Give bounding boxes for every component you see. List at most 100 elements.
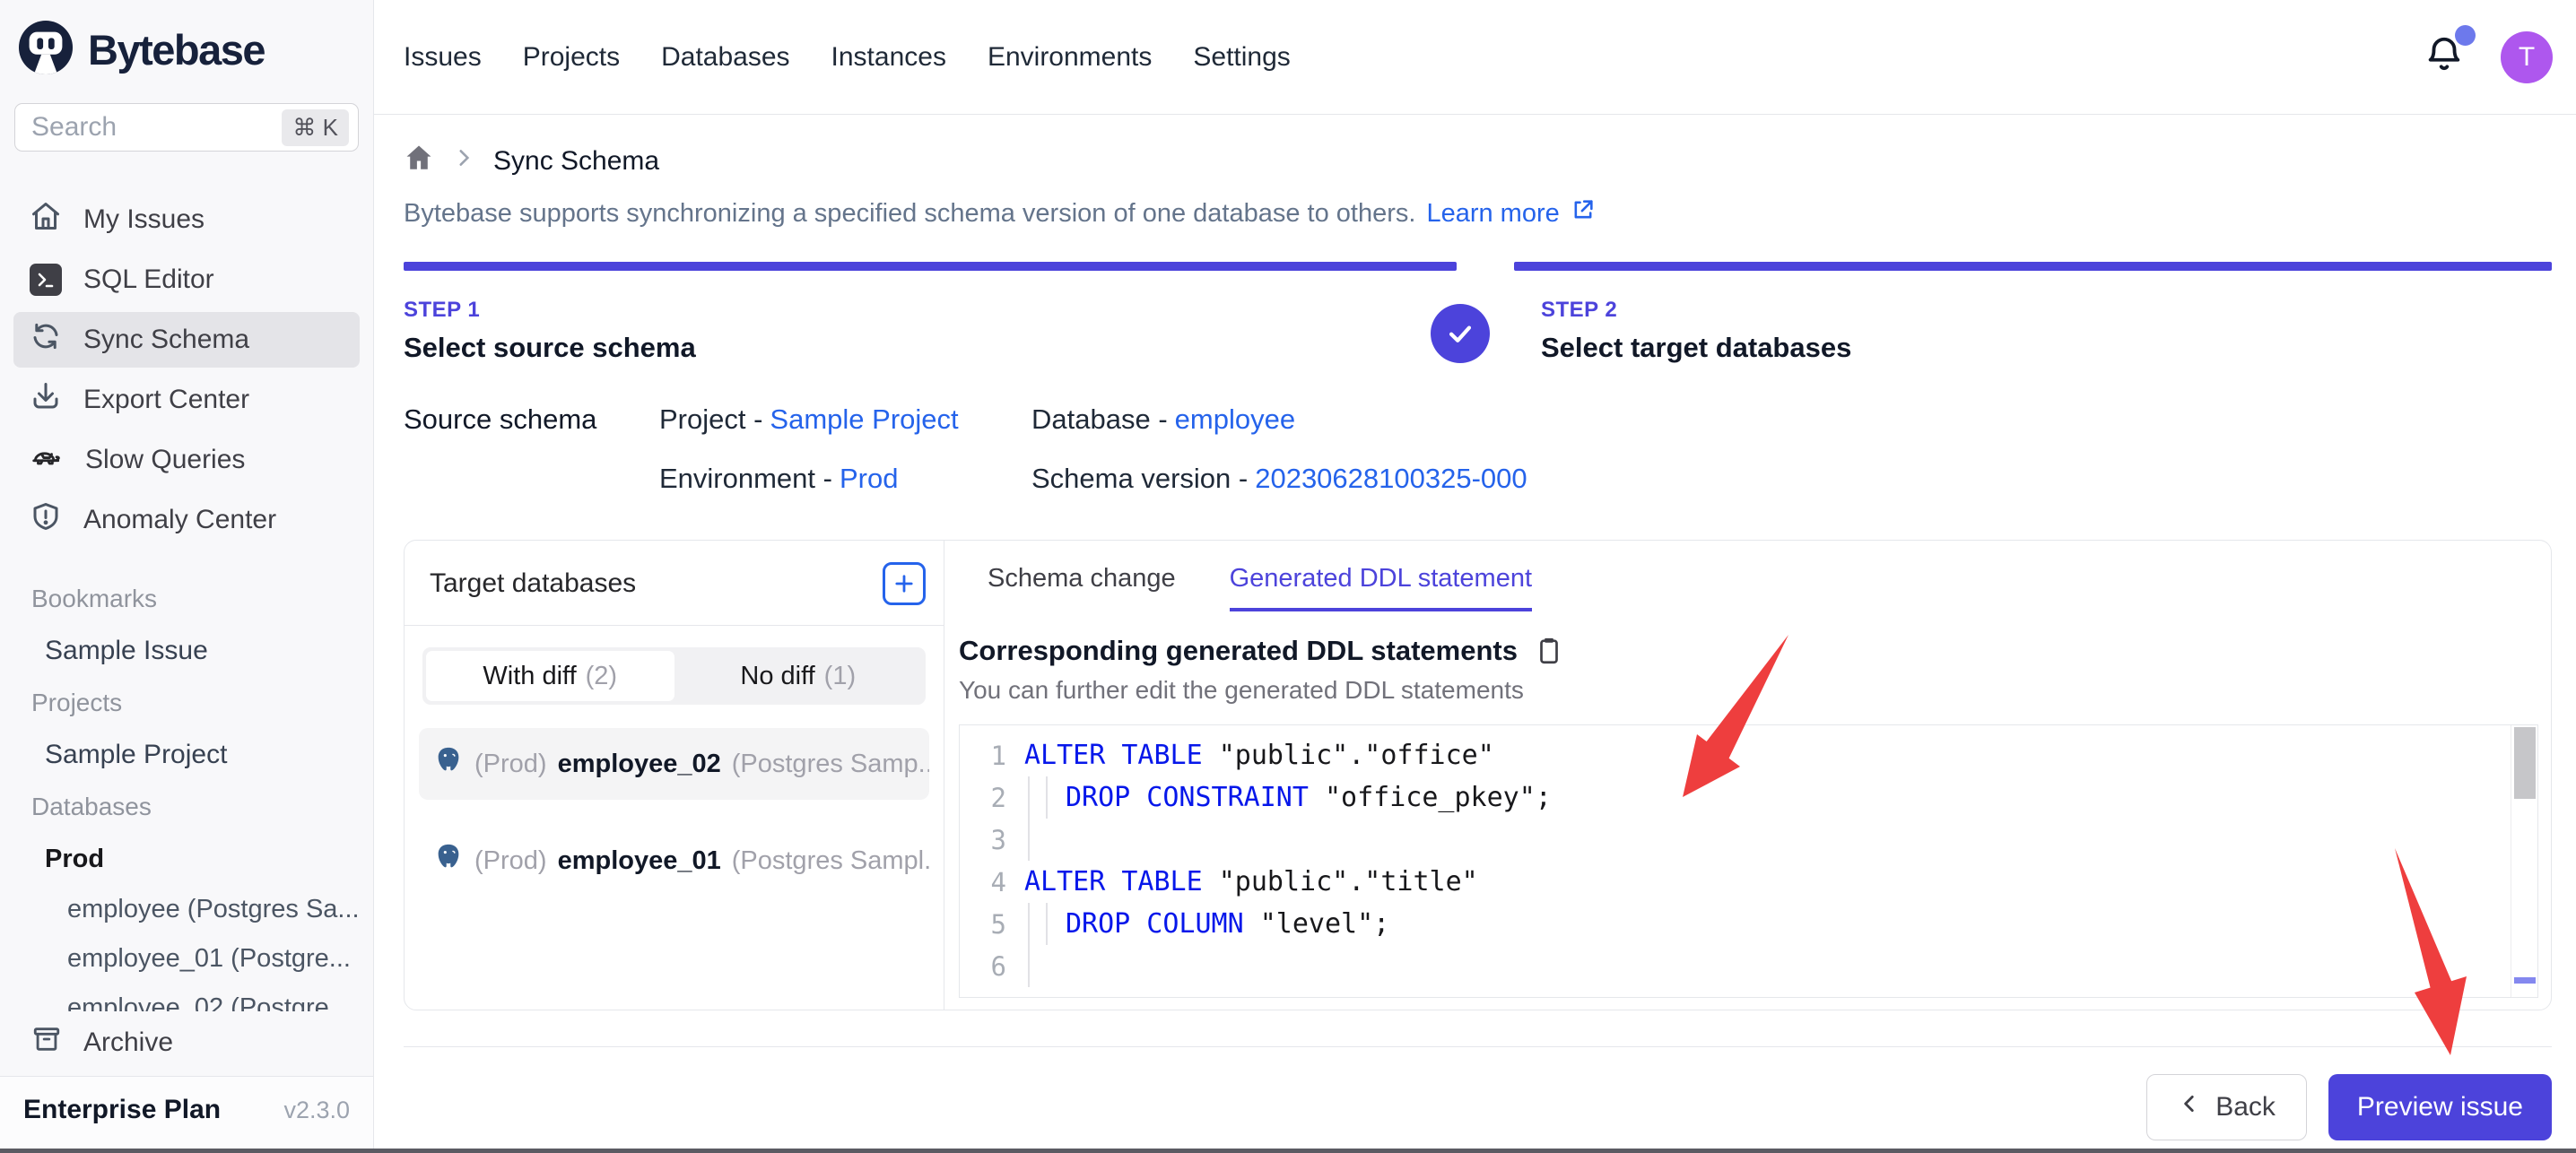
code-line: 1 ALTER TABLE "public"."office" bbox=[960, 734, 2537, 776]
page-title: Sync Schema bbox=[493, 146, 659, 177]
topnav-databases[interactable]: Databases bbox=[661, 42, 789, 73]
brand-logo[interactable]: Bytebase bbox=[0, 0, 373, 85]
projects-section-title: Projects bbox=[0, 678, 373, 728]
postgres-icon bbox=[433, 842, 464, 880]
step-1[interactable]: STEP 1 Select source schema bbox=[404, 262, 1457, 364]
bytebase-logo-icon bbox=[18, 20, 74, 80]
source-schema-label: Source schema bbox=[404, 403, 659, 495]
app-version: v2.3.0 bbox=[283, 1097, 350, 1124]
ddl-subtext: You can further edit the generated DDL s… bbox=[959, 676, 2538, 705]
bookmarks-section-title: Bookmarks bbox=[0, 574, 373, 624]
tab-schema-change[interactable]: Schema change bbox=[988, 564, 1176, 611]
sidebar-item-label: Slow Queries bbox=[85, 445, 245, 475]
tab-no-diff[interactable]: No diff (1) bbox=[674, 651, 923, 701]
sidebar-item-label: Sync Schema bbox=[83, 325, 249, 355]
target-databases-panel: Target databases With diff (2) No diff (… bbox=[405, 541, 944, 1010]
main-area: Issues Projects Databases Instances Envi… bbox=[374, 0, 2576, 1149]
step-2-label: STEP 2 bbox=[1514, 298, 2552, 323]
project-sample-project[interactable]: Sample Project bbox=[0, 728, 373, 782]
topnav-settings[interactable]: Settings bbox=[1193, 42, 1290, 73]
breadcrumb: Sync Schema bbox=[404, 142, 2552, 181]
sidebar-sections: Bookmarks Sample Issue Projects Sample P… bbox=[0, 574, 373, 1011]
sidebar-item-archive[interactable]: Archive bbox=[0, 1011, 373, 1076]
code-line: 2 DROP CONSTRAINT "office_pkey"; bbox=[960, 776, 2537, 819]
sidebar-item-anomaly-center[interactable]: Anomaly Center bbox=[13, 492, 360, 548]
app-window: Bytebase Search ⌘ K My Issues SQL Editor… bbox=[0, 0, 2576, 1153]
sync-config-card: Target databases With diff (2) No diff (… bbox=[404, 540, 2552, 1010]
home-icon bbox=[30, 200, 62, 239]
target-databases-title: Target databases bbox=[430, 568, 636, 599]
search-shortcut-badge: ⌘ K bbox=[282, 109, 349, 146]
schema-version-link[interactable]: 20230628100325-000 bbox=[1255, 463, 1527, 494]
shield-alert-icon bbox=[30, 500, 62, 540]
target-db-row-employee-01[interactable]: (Prod) employee_01 (Postgres Sampl... bbox=[419, 825, 929, 897]
page-content: Sync Schema Bytebase supports synchroniz… bbox=[374, 115, 2576, 1149]
topnav-instances[interactable]: Instances bbox=[831, 42, 946, 73]
topnav-issues[interactable]: Issues bbox=[404, 42, 482, 73]
step-indicator: STEP 1 Select source schema STEP 2 Selec… bbox=[404, 262, 2552, 364]
sidebar-item-slow-queries[interactable]: Slow Queries bbox=[13, 432, 360, 488]
sidebar-item-sql-editor[interactable]: SQL Editor bbox=[13, 252, 360, 308]
preview-issue-button[interactable]: Preview issue bbox=[2328, 1074, 2552, 1140]
sidebar: Bytebase Search ⌘ K My Issues SQL Editor… bbox=[0, 0, 374, 1149]
archive-label: Archive bbox=[83, 1027, 173, 1058]
sidebar-item-label: My Issues bbox=[83, 204, 205, 235]
source-database: Database -employee bbox=[1031, 403, 1527, 436]
sidebar-db-employee[interactable]: employee (Postgres Sa... bbox=[0, 885, 373, 934]
tab-with-diff[interactable]: With diff (2) bbox=[426, 651, 674, 701]
source-schema-version: Schema version -20230628100325-000 bbox=[1031, 463, 1527, 495]
editor-scrollbar[interactable] bbox=[2511, 725, 2537, 997]
step-2[interactable]: STEP 2 Select target databases bbox=[1514, 262, 2552, 364]
source-project: Project -Sample Project bbox=[659, 403, 1031, 436]
brand-name: Bytebase bbox=[88, 25, 265, 74]
description-text: Bytebase supports synchronizing a specif… bbox=[404, 199, 1415, 229]
sidebar-item-sync-schema[interactable]: Sync Schema bbox=[13, 312, 360, 368]
step-complete-check-icon bbox=[1431, 304, 1490, 363]
learn-more-link[interactable]: Learn more bbox=[1426, 199, 1559, 229]
db-env-group-prod: Prod bbox=[0, 832, 373, 885]
project-link[interactable]: Sample Project bbox=[770, 403, 958, 435]
environment-link[interactable]: Prod bbox=[840, 463, 898, 494]
database-link[interactable]: employee bbox=[1175, 403, 1295, 435]
sidebar-item-export-center[interactable]: Export Center bbox=[13, 372, 360, 428]
sidebar-item-label: SQL Editor bbox=[83, 264, 214, 295]
chevron-right-icon bbox=[452, 146, 475, 177]
tab-generated-ddl[interactable]: Generated DDL statement bbox=[1230, 564, 1532, 611]
postgres-icon bbox=[433, 745, 464, 783]
download-icon bbox=[30, 380, 62, 420]
avatar[interactable]: T bbox=[2501, 31, 2553, 83]
topnav-projects[interactable]: Projects bbox=[523, 42, 620, 73]
topnav-environments[interactable]: Environments bbox=[988, 42, 1152, 73]
sidebar-item-my-issues[interactable]: My Issues bbox=[13, 192, 360, 247]
plan-footer[interactable]: Enterprise Plan v2.3.0 bbox=[0, 1076, 373, 1149]
source-schema-summary: Source schema Project -Sample Project Da… bbox=[404, 403, 2552, 495]
step-2-progress-bar bbox=[1514, 262, 2552, 271]
code-line: 5 DROP COLUMN "level"; bbox=[960, 903, 2537, 945]
notification-dot bbox=[2455, 25, 2476, 46]
plan-name: Enterprise Plan bbox=[23, 1095, 221, 1125]
sidebar-db-employee-01[interactable]: employee_01 (Postgre... bbox=[0, 934, 373, 984]
scrollbar-thumb[interactable] bbox=[2514, 727, 2536, 799]
notification-bell-icon[interactable] bbox=[2424, 34, 2465, 80]
home-icon[interactable] bbox=[404, 143, 434, 180]
diff-filter-toggle: With diff (2) No diff (1) bbox=[422, 647, 926, 705]
sidebar-nav: My Issues SQL Editor Sync Schema Export … bbox=[0, 159, 373, 552]
search-input[interactable]: Search ⌘ K bbox=[14, 103, 359, 152]
footer-divider bbox=[404, 1046, 2552, 1047]
ddl-tabs: Schema change Generated DDL statement bbox=[959, 564, 2538, 611]
search-placeholder: Search bbox=[31, 112, 282, 143]
bookmark-sample-issue[interactable]: Sample Issue bbox=[0, 624, 373, 678]
ddl-code-editor[interactable]: 1 ALTER TABLE "public"."office" 2 DROP C… bbox=[959, 724, 2538, 998]
sidebar-db-employee-02[interactable]: employee_02 (Postgre... bbox=[0, 984, 373, 1011]
external-link-icon[interactable] bbox=[1571, 197, 1596, 230]
copy-icon[interactable] bbox=[1534, 636, 1564, 666]
add-target-database-button[interactable] bbox=[883, 562, 926, 605]
step-2-title: Select target databases bbox=[1514, 332, 2552, 364]
ddl-panel: Schema change Generated DDL statement Co… bbox=[944, 541, 2551, 1010]
code-line: 6 bbox=[960, 945, 2537, 987]
back-button[interactable]: Back bbox=[2146, 1074, 2307, 1140]
archive-icon bbox=[31, 1024, 62, 1062]
source-environment: Environment -Prod bbox=[659, 463, 1031, 495]
terminal-icon bbox=[30, 264, 62, 296]
target-db-row-employee-02[interactable]: (Prod) employee_02 (Postgres Samp... bbox=[419, 728, 929, 800]
